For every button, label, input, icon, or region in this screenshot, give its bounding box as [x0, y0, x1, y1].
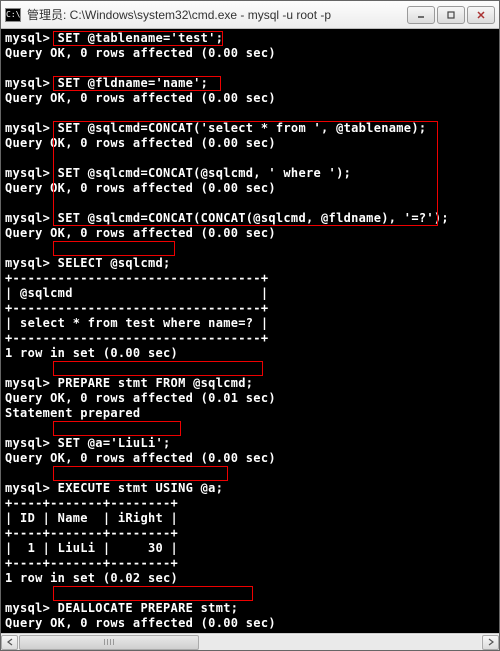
minimize-icon: [416, 10, 426, 20]
scroll-right-button[interactable]: [482, 635, 499, 650]
console-output: mysql> SET @tablename='test'; Query OK, …: [1, 29, 499, 633]
chevron-left-icon: [7, 638, 13, 646]
minimize-button[interactable]: [407, 6, 435, 24]
maximize-icon: [446, 10, 456, 20]
window-controls: [407, 6, 495, 24]
cmd-window: C:\ 管理员: C:\Windows\system32\cmd.exe - m…: [0, 0, 500, 651]
maximize-button[interactable]: [437, 6, 465, 24]
window-title: 管理员: C:\Windows\system32\cmd.exe - mysql…: [27, 6, 407, 23]
cmd-icon: C:\: [5, 8, 21, 22]
console-area[interactable]: mysql> SET @tablename='test'; Query OK, …: [1, 29, 499, 633]
close-button[interactable]: [467, 6, 495, 24]
scroll-track[interactable]: [19, 635, 481, 650]
close-icon: [476, 10, 486, 20]
titlebar[interactable]: C:\ 管理员: C:\Windows\system32\cmd.exe - m…: [1, 1, 499, 29]
chevron-right-icon: [488, 638, 494, 646]
scroll-thumb[interactable]: [19, 635, 199, 650]
scroll-left-button[interactable]: [1, 635, 18, 650]
horizontal-scrollbar[interactable]: [1, 633, 499, 650]
